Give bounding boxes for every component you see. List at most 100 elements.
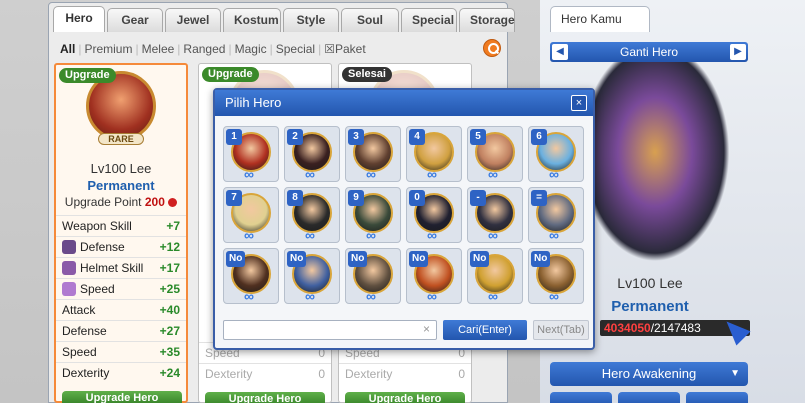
stat-list: Weapon Skill +7 Defense +12 Helmet Skill +1…: [56, 215, 186, 383]
hero-slot[interactable]: 4 ∞: [406, 126, 462, 182]
stat-label: Speed: [62, 345, 97, 359]
filter-all[interactable]: All: [57, 42, 78, 56]
hero-slot[interactable]: No ∞: [223, 248, 279, 304]
hotkey-badge: No: [531, 251, 551, 267]
tab-storage[interactable]: Storage: [459, 8, 515, 32]
infinity-icon: ∞: [305, 227, 315, 243]
tab-soul[interactable]: Soul: [341, 8, 399, 32]
next-hero-button[interactable]: ▶: [730, 44, 746, 60]
stat-label: Dexterity: [62, 366, 110, 380]
tab-hero-kamu[interactable]: Hero Kamu: [550, 6, 650, 32]
hotkey-badge: 7: [226, 190, 242, 206]
infinity-icon: ∞: [427, 227, 437, 243]
exp-current: 4034050: [604, 321, 651, 335]
change-hero-label: Ganti Hero: [619, 45, 679, 59]
action-button[interactable]: [618, 392, 680, 403]
stat-value: 0: [458, 367, 465, 381]
hero-slot[interactable]: 9 ∞: [345, 187, 401, 243]
hero-slot[interactable]: - ∞: [467, 187, 523, 243]
hotkey-badge: No: [409, 251, 429, 267]
hero-slot[interactable]: No ∞: [467, 248, 523, 304]
hero-card-selected[interactable]: Upgrade RARE Lv100 Lee Permanent Upgrade…: [54, 63, 188, 403]
infinity-icon: ∞: [488, 288, 498, 304]
action-button[interactable]: [686, 392, 748, 403]
infinity-icon: ∞: [549, 288, 559, 304]
tab-style[interactable]: Style: [283, 8, 339, 32]
action-button[interactable]: [550, 392, 612, 403]
hotkey-badge: No: [287, 251, 307, 267]
hero-slot[interactable]: 5 ∞: [467, 126, 523, 182]
hero-slot[interactable]: 1 ∞: [223, 126, 279, 182]
tab-jewel[interactable]: Jewel: [165, 8, 221, 32]
exp-total: /2147483: [650, 321, 701, 335]
hero-slot[interactable]: 7 ∞: [223, 187, 279, 243]
infinity-icon: ∞: [305, 166, 315, 182]
hero-slot[interactable]: 3 ∞: [345, 126, 401, 182]
stat-value: +24: [159, 366, 180, 380]
tab-gear[interactable]: Gear: [107, 8, 163, 32]
defense-icon: [62, 240, 76, 254]
search-wrapper: ×: [223, 320, 437, 340]
checkbox-icon: ☒: [324, 42, 335, 56]
infinity-icon: ∞: [427, 166, 437, 182]
filter-premium[interactable]: Premium: [81, 42, 135, 56]
hotkey-badge: -: [470, 190, 486, 206]
stat-value: 0: [318, 367, 325, 381]
hero-awakening-label: Hero Awakening: [601, 366, 697, 381]
stat-value: +17: [159, 261, 180, 275]
prev-hero-button[interactable]: ◀: [552, 44, 568, 60]
hotkey-badge: =: [531, 190, 547, 206]
upgrade-point-value: 200: [144, 195, 165, 209]
tab-hero[interactable]: Hero: [53, 6, 105, 32]
infinity-icon: ∞: [549, 166, 559, 182]
clear-icon[interactable]: ×: [423, 322, 430, 336]
search-button[interactable]: Cari(Enter): [443, 320, 527, 340]
filter-paket[interactable]: ☒Paket: [321, 42, 368, 56]
hotkey-badge: 9: [348, 190, 364, 206]
hotkey-badge: 6: [531, 129, 547, 145]
hotkey-badge: No: [348, 251, 368, 267]
next-button[interactable]: Next(Tab): [533, 320, 589, 340]
filter-special[interactable]: Special: [273, 42, 318, 56]
hero-slot[interactable]: No ∞: [528, 248, 584, 304]
upgrade-point-label: Upgrade Point: [64, 195, 142, 209]
hero-slot[interactable]: 8 ∞: [284, 187, 340, 243]
hotkey-badge: 2: [287, 129, 303, 145]
stat-row: Attack +40: [56, 299, 186, 320]
hero-slot[interactable]: No ∞: [284, 248, 340, 304]
hotkey-badge: 5: [470, 129, 486, 145]
upgrade-hero-button[interactable]: Upgrade Hero: [345, 392, 465, 403]
hero-slot[interactable]: No ∞: [345, 248, 401, 304]
stat-label: Dexterity: [345, 367, 393, 381]
stat-label: Attack: [62, 303, 96, 317]
hero-slot[interactable]: No ∞: [406, 248, 462, 304]
stat-value: +25: [159, 282, 180, 296]
filter-magic[interactable]: Magic: [232, 42, 270, 56]
upgrade-hero-button[interactable]: Upgrade Hero: [62, 391, 182, 403]
hero-slot[interactable]: 2 ∞: [284, 126, 340, 182]
filter-ranged[interactable]: Ranged: [180, 42, 228, 56]
hotkey-badge: 0: [409, 190, 425, 206]
coin-icon: [168, 198, 178, 207]
hotkey-badge: 1: [226, 129, 242, 145]
stat-value: +35: [159, 345, 180, 359]
hero-slot[interactable]: = ∞: [528, 187, 584, 243]
hotkey-badge: No: [226, 251, 246, 267]
hero-awakening-button[interactable]: Hero Awakening ▼: [550, 362, 748, 386]
game-window: Hero Gear Jewel Kostum Style Soul Specia…: [0, 0, 805, 403]
hero-search-input[interactable]: [223, 320, 437, 340]
infinity-icon: ∞: [305, 288, 315, 304]
filter-paket-label: Paket: [334, 42, 366, 56]
stat-row: Weapon Skill +7: [56, 215, 186, 236]
category-tabs: Hero Gear Jewel Kostum Style Soul Specia…: [53, 6, 515, 32]
hero-slot[interactable]: 6 ∞: [528, 126, 584, 182]
close-icon[interactable]: ×: [571, 95, 587, 111]
tab-special[interactable]: Special: [401, 8, 457, 32]
upgrade-hero-button[interactable]: Upgrade Hero: [205, 392, 325, 403]
search-icon[interactable]: [483, 39, 501, 57]
infinity-icon: ∞: [244, 288, 254, 304]
filter-melee[interactable]: Melee: [139, 42, 178, 56]
hero-slot[interactable]: 0 ∞: [406, 187, 462, 243]
tab-kostum[interactable]: Kostum: [223, 8, 281, 32]
hotkey-badge: No: [470, 251, 490, 267]
